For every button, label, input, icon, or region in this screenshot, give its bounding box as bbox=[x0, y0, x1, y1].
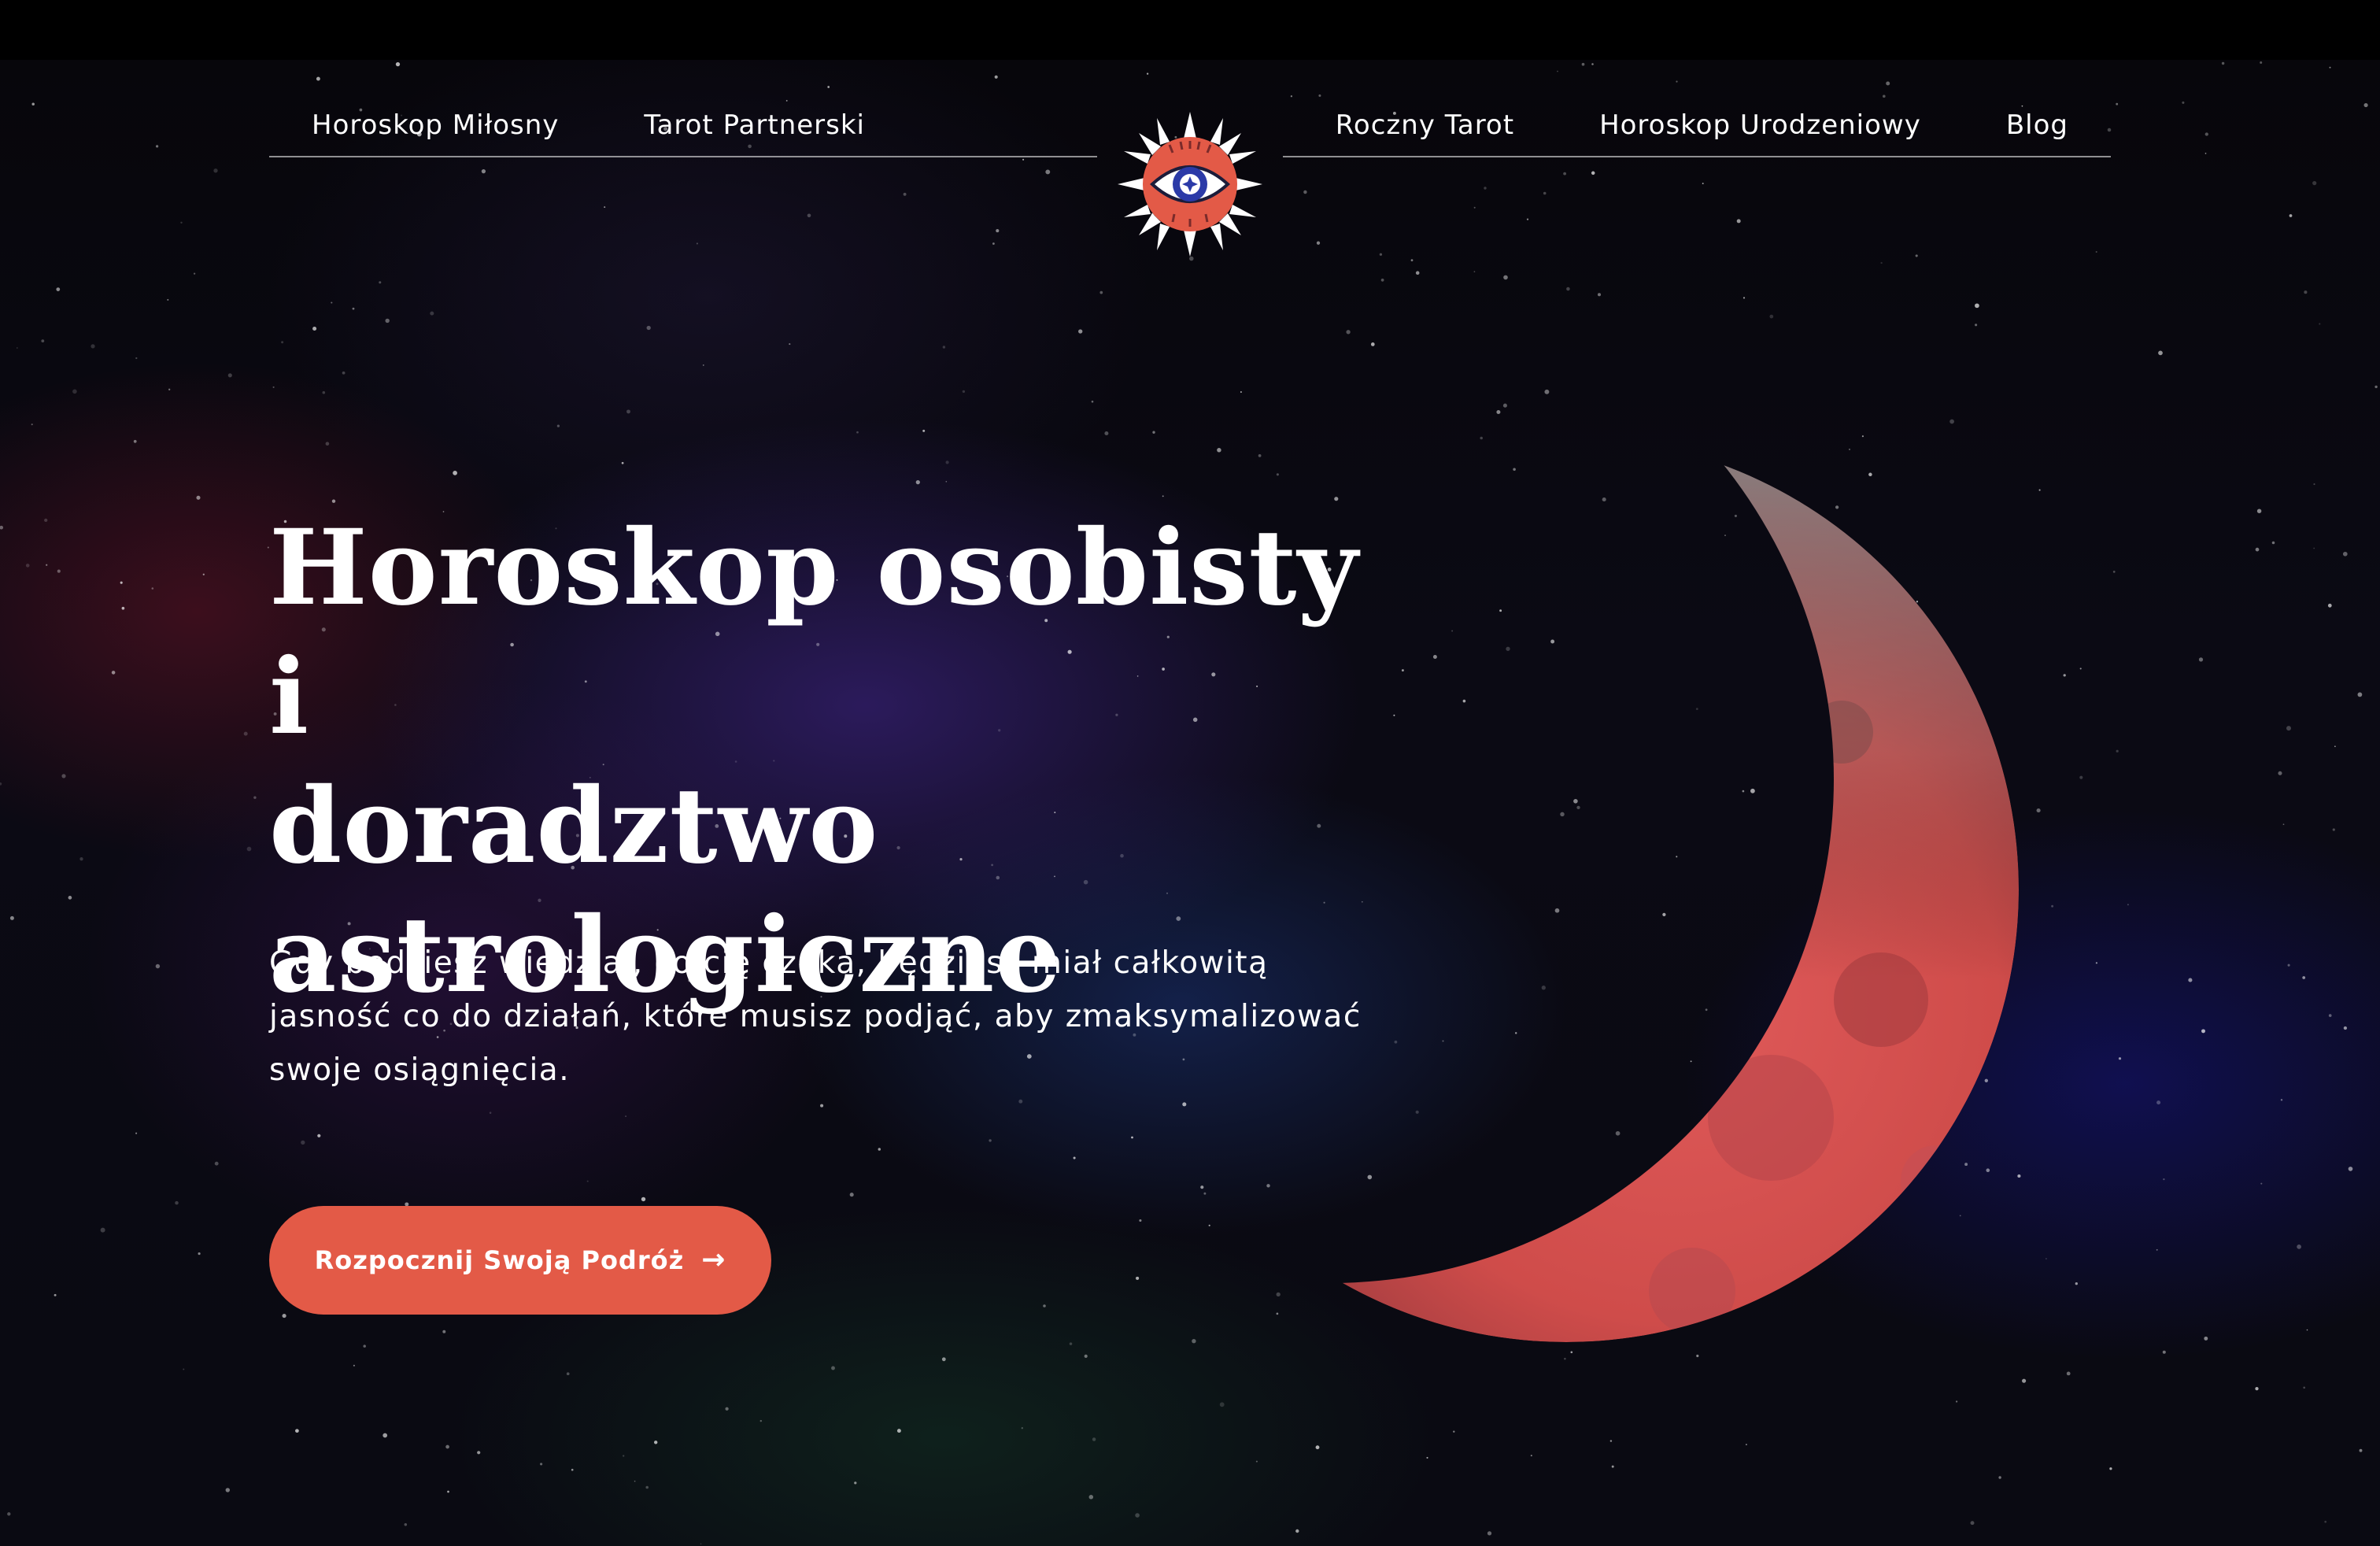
start-journey-label: Rozpocznij Swoją Podróż bbox=[314, 1245, 685, 1275]
hero-title-line: doradztwo bbox=[269, 765, 879, 887]
top-black-bar bbox=[0, 0, 2380, 60]
nav-link-horoskop-milosny[interactable]: Horoskop Miłosny bbox=[312, 109, 559, 141]
hero-subtitle-line: Gdy będziesz wiedział, co cię czeka, będ… bbox=[269, 945, 1269, 981]
nav-right-group: Roczny Tarot Horoskop Urodzeniowy Blog bbox=[1283, 94, 2111, 157]
nav-left-group: Horoskop Miłosny Tarot Partnerski bbox=[269, 94, 1097, 157]
hero-subtitle-line: jasność co do działań, które musisz podj… bbox=[269, 999, 1362, 1034]
hero-title-line: Horoskop osobisty i bbox=[269, 507, 1359, 758]
nav-link-horoskop-urodzeniowy[interactable]: Horoskop Urodzeniowy bbox=[1599, 109, 1921, 141]
nav-link-tarot-partnerski[interactable]: Tarot Partnerski bbox=[644, 109, 865, 141]
arrow-right-icon: → bbox=[701, 1244, 726, 1276]
hero-subtitle-line: swoje osiągnięcia. bbox=[269, 1052, 571, 1088]
page: Horoskop Miłosny Tarot Partnerski Roczny… bbox=[0, 0, 2380, 1546]
hero-subtitle: Gdy będziesz wiedział, co cię czeka, będ… bbox=[269, 937, 1387, 1097]
start-journey-button[interactable]: Rozpocznij Swoją Podróż → bbox=[269, 1206, 771, 1315]
nav-link-blog[interactable]: Blog bbox=[2006, 109, 2068, 141]
nav-link-roczny-tarot[interactable]: Roczny Tarot bbox=[1336, 109, 1514, 141]
sun-eye-logo-icon[interactable] bbox=[1118, 112, 1262, 257]
